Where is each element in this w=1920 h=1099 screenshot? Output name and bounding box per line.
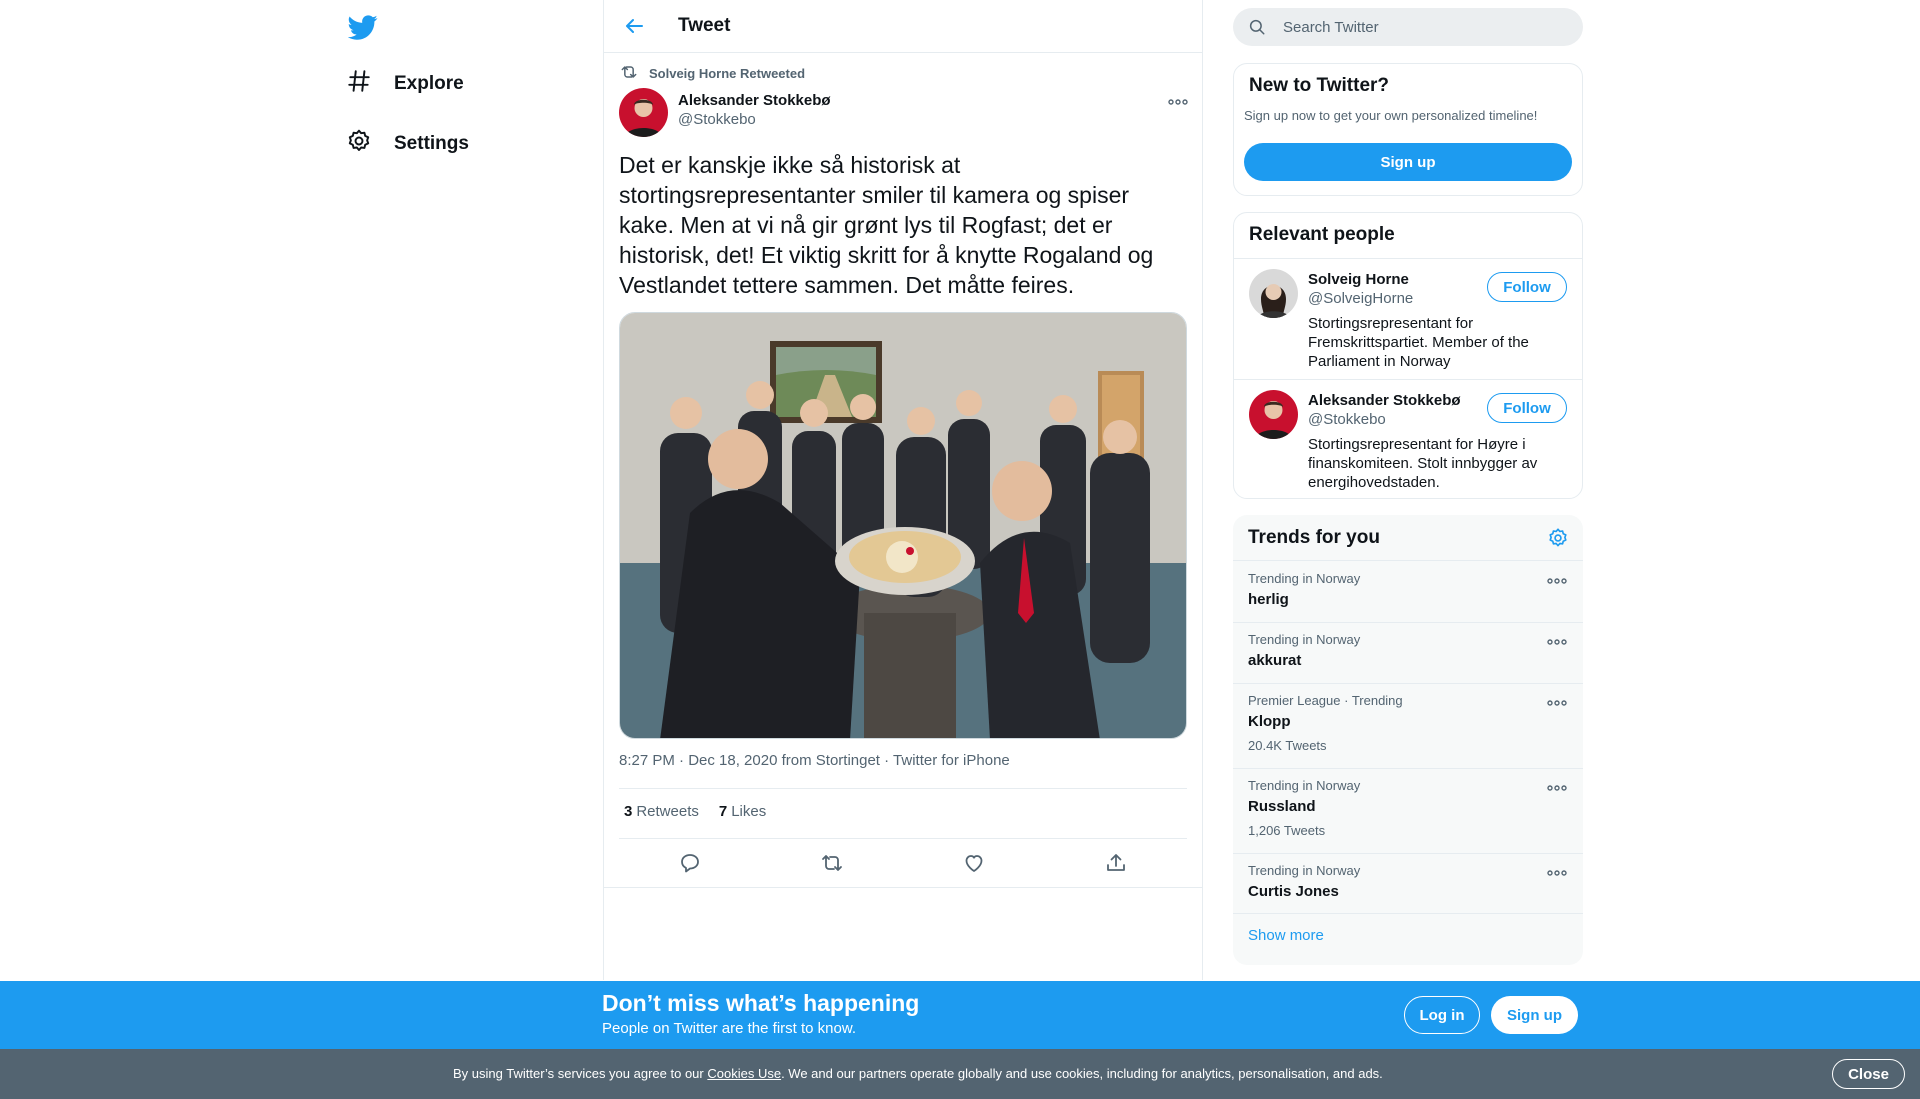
follow-button[interactable]: Follow bbox=[1487, 393, 1567, 423]
avatar[interactable] bbox=[1249, 390, 1298, 439]
hashtag-icon bbox=[346, 68, 372, 100]
cookie-close-button[interactable]: Close bbox=[1832, 1059, 1905, 1089]
banner-title: Don’t miss what’s happening bbox=[602, 990, 920, 1016]
banner-subtitle: People on Twitter are the first to know. bbox=[602, 1020, 857, 1037]
trend-context: Trending in Norway bbox=[1248, 863, 1361, 878]
login-button[interactable]: Log in bbox=[1404, 996, 1480, 1034]
trend-context: Premier League · Trending bbox=[1248, 693, 1403, 708]
person-handle[interactable]: @SolveigHorne bbox=[1308, 290, 1413, 307]
search-bar[interactable] bbox=[1233, 8, 1583, 46]
divider bbox=[604, 887, 1202, 888]
signup-card: New to Twitter? Sign up now to get your … bbox=[1233, 63, 1583, 196]
main-header: Tweet bbox=[604, 0, 1202, 53]
nav-explore-label: Explore bbox=[394, 73, 464, 94]
share-icon[interactable] bbox=[1104, 851, 1128, 875]
nav-settings-label: Settings bbox=[394, 133, 469, 154]
trend-item[interactable]: Premier League · Trending Klopp 20.4K Tw… bbox=[1233, 683, 1583, 768]
trend-item[interactable]: Trending in Norway Russland 1,206 Tweets bbox=[1233, 768, 1583, 853]
retweet-icon bbox=[619, 62, 639, 85]
show-more-link[interactable]: Show more bbox=[1248, 927, 1324, 944]
trend-item[interactable]: Trending in Norway herlig bbox=[1233, 561, 1583, 621]
trend-name: akkurat bbox=[1248, 652, 1302, 669]
trend-name: Russland bbox=[1248, 798, 1316, 815]
divider bbox=[1233, 913, 1583, 914]
retweeted-by[interactable]: Solveig Horne Retweeted bbox=[619, 62, 805, 85]
retweets-stat[interactable]: 3 Retweets bbox=[624, 803, 699, 820]
more-options-icon[interactable] bbox=[1546, 781, 1568, 795]
trend-count: 20.4K Tweets bbox=[1248, 738, 1327, 753]
tweet-meta: 8:27 PM · Dec 18, 2020 from Stortinget ·… bbox=[619, 752, 1010, 769]
page-title: Tweet bbox=[678, 15, 731, 36]
person-bio: Stortingsrepresentant for Høyre i finans… bbox=[1308, 436, 1538, 491]
trend-count: 1,206 Tweets bbox=[1248, 823, 1326, 838]
retweet-action-icon[interactable] bbox=[820, 851, 844, 875]
likes-count: 7 bbox=[718, 803, 728, 820]
trend-item[interactable]: Trending in Norway akkurat bbox=[1233, 622, 1583, 682]
trend-name: herlig bbox=[1248, 591, 1289, 608]
back-arrow-icon[interactable] bbox=[622, 14, 646, 38]
relevant-people-title: Relevant people bbox=[1249, 224, 1395, 245]
more-options-icon[interactable] bbox=[1167, 95, 1189, 109]
trend-name: Curtis Jones bbox=[1248, 883, 1339, 900]
cookie-bar: By using Twitter’s services you agree to… bbox=[0, 1049, 1920, 1099]
person-item[interactable]: Solveig Horne @SolveigHorne Follow Stort… bbox=[1234, 258, 1582, 379]
cookie-text: By using Twitter’s services you agree to… bbox=[453, 1066, 1383, 1081]
retweets-label: Retweets bbox=[636, 803, 699, 820]
reply-icon[interactable] bbox=[678, 851, 702, 875]
signup-card-subtitle: Sign up now to get your own personalized… bbox=[1244, 108, 1538, 123]
signup-button[interactable]: Sign up bbox=[1244, 143, 1572, 181]
tweet-actions bbox=[619, 851, 1187, 875]
tweet-text: Det er kanskje ikke så historisk at stor… bbox=[619, 152, 1154, 298]
likes-stat[interactable]: 7 Likes bbox=[719, 803, 766, 820]
trend-item[interactable]: Trending in Norway Curtis Jones bbox=[1233, 853, 1583, 913]
more-options-icon[interactable] bbox=[1546, 866, 1568, 880]
person-item[interactable]: Aleksander Stokkebø @Stokkebo Follow Sto… bbox=[1234, 379, 1582, 500]
likes-label: Likes bbox=[731, 803, 767, 820]
gear-icon bbox=[346, 128, 372, 160]
more-options-icon[interactable] bbox=[1546, 635, 1568, 649]
tweet-stats: 3 Retweets 7 Likes bbox=[624, 803, 766, 820]
like-icon[interactable] bbox=[962, 851, 986, 875]
main-column: Tweet Solveig Horne Retweeted Aleksander… bbox=[603, 0, 1203, 980]
meta-separator: · bbox=[879, 752, 894, 769]
person-handle[interactable]: @Stokkebo bbox=[1308, 411, 1386, 428]
author-name[interactable]: Aleksander Stokkebø bbox=[678, 92, 831, 109]
trends-settings-icon[interactable] bbox=[1547, 527, 1569, 549]
cookie-text-before: By using Twitter’s services you agree to… bbox=[453, 1066, 708, 1081]
banner-signup-button[interactable]: Sign up bbox=[1491, 996, 1578, 1034]
tweet-timestamp[interactable]: 8:27 PM · Dec 18, 2020 from bbox=[619, 752, 816, 769]
trend-name: Klopp bbox=[1248, 713, 1291, 730]
nav-settings[interactable]: Settings bbox=[346, 122, 469, 166]
more-options-icon[interactable] bbox=[1546, 574, 1568, 588]
divider bbox=[619, 838, 1187, 839]
author-handle[interactable]: @Stokkebo bbox=[678, 111, 756, 128]
tweet-source-link[interactable]: Twitter for iPhone bbox=[893, 752, 1010, 769]
avatar[interactable] bbox=[1249, 269, 1298, 318]
login-banner: Don’t miss what’s happening People on Tw… bbox=[0, 981, 1920, 1049]
twitter-logo-icon[interactable] bbox=[347, 12, 378, 42]
trend-context: Trending in Norway bbox=[1248, 632, 1361, 647]
person-bio: Stortingsrepresentant for Fremskrittspar… bbox=[1308, 315, 1529, 370]
trend-context: Trending in Norway bbox=[1248, 571, 1361, 586]
tweet-location-link[interactable]: Stortinget bbox=[816, 752, 880, 769]
retweets-count: 3 bbox=[624, 803, 633, 820]
search-input[interactable] bbox=[1281, 8, 1571, 46]
signup-card-title: New to Twitter? bbox=[1249, 75, 1390, 96]
follow-button[interactable]: Follow bbox=[1487, 272, 1567, 302]
more-options-icon[interactable] bbox=[1546, 696, 1568, 710]
trends-title: Trends for you bbox=[1248, 527, 1380, 548]
tweet-photo[interactable] bbox=[619, 312, 1187, 739]
retweeted-by-label: Solveig Horne Retweeted bbox=[649, 66, 806, 81]
author-avatar[interactable] bbox=[619, 88, 668, 137]
cookie-text-after: . We and our partners operate globally a… bbox=[781, 1066, 1383, 1081]
trends-card: Trends for you Trending in Norway herlig… bbox=[1233, 515, 1583, 965]
divider bbox=[619, 788, 1187, 789]
person-name[interactable]: Aleksander Stokkebø bbox=[1308, 392, 1461, 409]
person-name[interactable]: Solveig Horne bbox=[1308, 271, 1409, 288]
nav-explore[interactable]: Explore bbox=[346, 62, 464, 106]
trend-context: Trending in Norway bbox=[1248, 778, 1361, 793]
relevant-people-card: Relevant people Solveig Horne @SolveigHo… bbox=[1233, 212, 1583, 499]
cookies-use-link[interactable]: Cookies Use bbox=[707, 1066, 781, 1081]
